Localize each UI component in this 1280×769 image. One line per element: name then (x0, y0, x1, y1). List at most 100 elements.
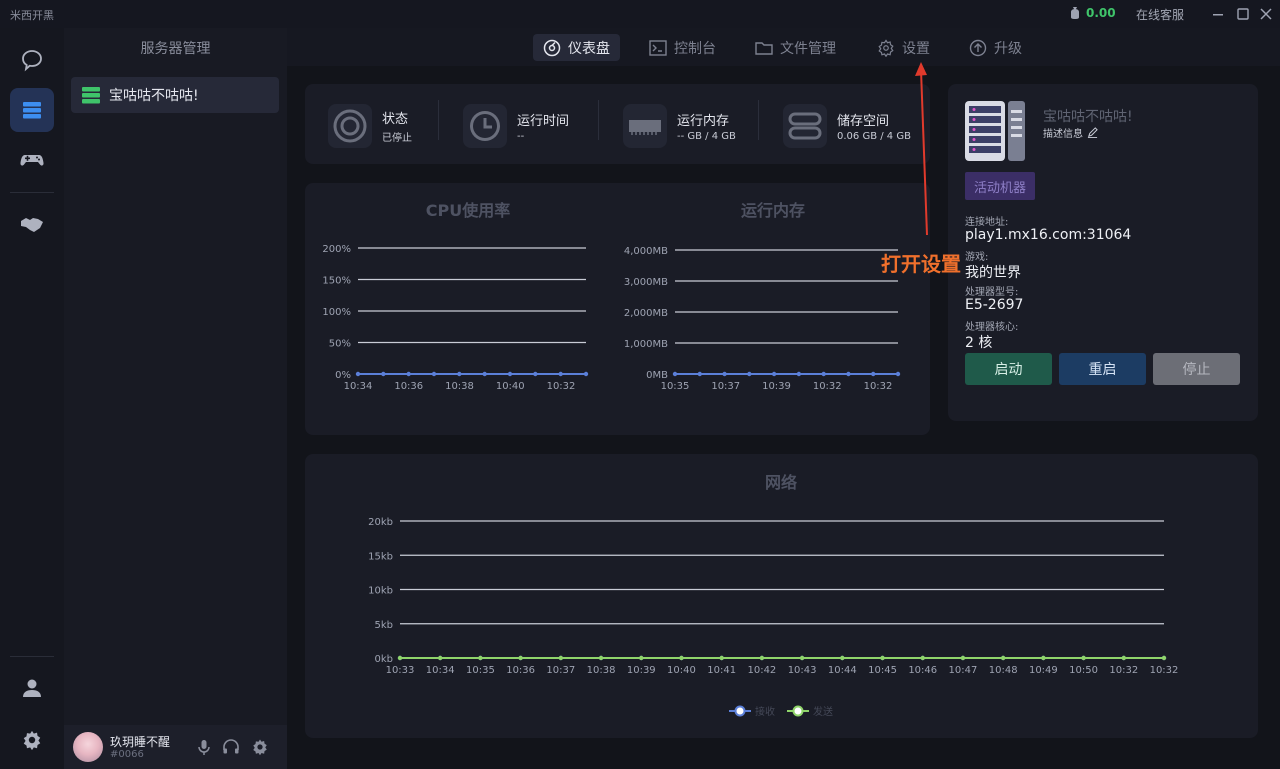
x-tick-label: 10:38 (587, 665, 616, 676)
user-nav[interactable] (10, 666, 54, 710)
start-button[interactable]: 启动 (965, 353, 1052, 385)
data-point (583, 371, 589, 377)
stat-divider (598, 100, 599, 140)
icon-rail (0, 28, 64, 769)
description-text: 描述信息 (1043, 129, 1083, 140)
y-tick-label: 0kb (374, 654, 393, 665)
y-tick-label: 20kb (368, 517, 393, 528)
x-tick-label: 10:34 (344, 381, 373, 392)
x-tick-label: 10:37 (546, 665, 575, 676)
stat-memory: 运行内存 -- GB / 4 GB (623, 104, 736, 148)
settings-nav[interactable] (10, 718, 54, 762)
stat-label: 运行内存 (677, 114, 730, 129)
data-point (598, 655, 604, 661)
tab-dashboard[interactable]: 仪表盘 (533, 34, 620, 61)
partner-nav[interactable] (10, 202, 54, 246)
data-point (558, 371, 563, 377)
legend-label: 发送 (813, 707, 833, 718)
stat-value: 已停止 (382, 133, 412, 144)
charts-card: CPU使用率 运行内存 200% 150% 100% 50% 0% 10:34 10:36 1… (305, 183, 930, 435)
x-tick-label: 10:39 (762, 381, 791, 392)
data-point (355, 371, 361, 377)
x-tick-label: 10:42 (747, 665, 776, 676)
user-icon (23, 679, 41, 697)
data-point (759, 655, 765, 661)
data-point (697, 371, 702, 377)
terminal-icon (649, 39, 667, 56)
tab-upgrade[interactable]: 升级 (959, 34, 1032, 61)
balance-value: 0.00 (1086, 6, 1116, 20)
x-tick-label: 10:32 (813, 381, 842, 392)
server-list-item[interactable]: 宝咕咕不咕咕! (71, 77, 279, 113)
x-tick-label: 10:45 (868, 665, 897, 676)
tab-settings[interactable]: 设置 (867, 34, 940, 61)
data-point (880, 655, 885, 661)
legend-receive[interactable]: 接收 (729, 703, 775, 718)
x-tick-label: 10:50 (1069, 665, 1098, 676)
y-tick-label: 15kb (368, 551, 393, 562)
x-tick-label: 10:36 (506, 665, 535, 676)
server-info-card: 宝咕咕不咕咕! 描述信息 活动机器 连接地址: play1.mx16.com:3… (948, 84, 1258, 421)
address-value[interactable]: play1.mx16.com:31064 (965, 227, 1131, 243)
data-point (799, 655, 805, 661)
server-description[interactable]: 描述信息 (1043, 125, 1098, 140)
panel-title: 服务器管理 (140, 41, 211, 57)
server-nav[interactable] (10, 88, 54, 132)
support-link[interactable]: 在线客服 (1136, 6, 1184, 23)
y-tick-label: 50% (329, 339, 351, 350)
data-point (533, 371, 538, 377)
data-point (771, 371, 777, 377)
folder-icon (755, 41, 773, 55)
game-nav[interactable] (10, 138, 54, 182)
x-tick-label: 10:32 (1109, 665, 1138, 676)
stat-label: 运行时间 (517, 114, 570, 129)
restart-button[interactable]: 重启 (1059, 353, 1146, 385)
chat-nav[interactable] (10, 38, 54, 82)
avatar[interactable] (73, 732, 103, 762)
x-tick-label: 10:39 (627, 665, 656, 676)
x-tick-label: 10:47 (949, 665, 978, 676)
server-icon (23, 102, 41, 119)
close-icon[interactable] (1258, 6, 1274, 22)
headphones-icon[interactable] (222, 738, 240, 756)
legend-send-marker (787, 705, 809, 716)
data-point (457, 371, 462, 377)
stat-label: 储存空间 (837, 114, 890, 129)
stat-uptime: 运行时间 -- (463, 104, 569, 148)
stop-button[interactable]: 停止 (1153, 353, 1240, 385)
tab-label: 仪表盘 (568, 40, 610, 57)
stat-value: -- (517, 131, 525, 142)
stat-divider (758, 100, 759, 140)
cpu-chart: 200% 150% 100% 50% 0%10:34 10:36 10:38 10:40 10:… (322, 244, 589, 392)
x-tick-label: 10:40 (496, 381, 525, 392)
data-point (482, 371, 487, 377)
server-rack-icon (965, 101, 1025, 161)
data-point (438, 655, 443, 661)
server-title: 宝咕咕不咕咕! (1043, 109, 1133, 125)
legend-receive-marker (729, 705, 751, 716)
cpu-cores-label: 处理器核心: (965, 322, 1019, 333)
minimize-icon[interactable] (1210, 6, 1226, 22)
microphone-icon[interactable] (195, 738, 213, 756)
x-tick-label: 10:32 (547, 381, 576, 392)
gamepad-icon (20, 155, 44, 166)
user-settings-icon[interactable] (251, 738, 269, 756)
legend-send[interactable]: 发送 (787, 703, 833, 718)
data-point (840, 655, 845, 661)
maximize-icon[interactable] (1235, 6, 1251, 22)
top-nav: 仪表盘 控制台 文件管理 设置 升级 (287, 28, 1280, 66)
tab-console[interactable]: 控制台 (639, 34, 726, 61)
tab-files[interactable]: 文件管理 (745, 34, 846, 61)
edit-icon[interactable] (1087, 127, 1098, 138)
address-label: 连接地址: (965, 217, 1009, 228)
balance[interactable]: 0.00 (1068, 6, 1116, 20)
x-tick-label: 10:35 (661, 381, 690, 392)
data-point (747, 371, 752, 377)
y-tick-label: 2,000MB (624, 308, 668, 319)
data-point (672, 371, 678, 377)
y-tick-label: 0% (335, 370, 351, 381)
rail-divider (10, 656, 54, 657)
data-point (920, 655, 925, 661)
ram-icon (629, 120, 661, 135)
data-point (821, 371, 826, 377)
